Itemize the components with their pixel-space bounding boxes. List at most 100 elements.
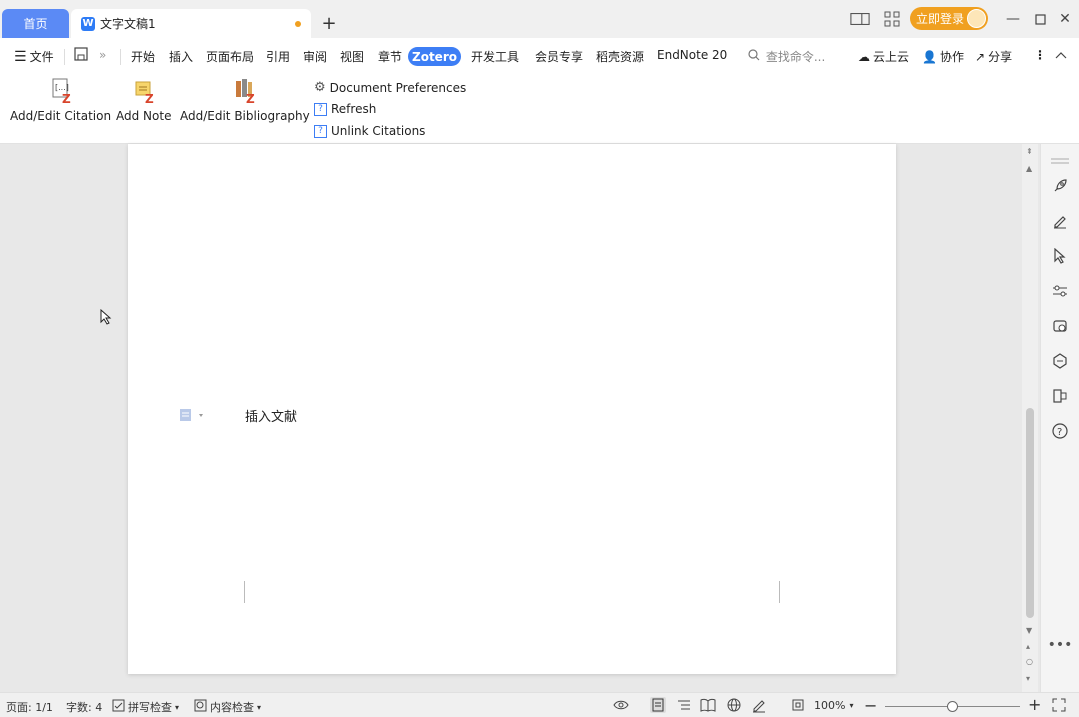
menu-member[interactable]: 会员专享 [535,48,583,65]
menu-docer[interactable]: 稻壳资源 [596,48,644,65]
grid-icon[interactable] [882,10,902,28]
maximize-icon[interactable] [1031,10,1049,28]
scroll-down-icon[interactable]: ▼ [1026,626,1032,635]
new-tab-button[interactable]: + [318,12,340,34]
content-check-button[interactable]: 内容检查 ▾ [194,699,261,715]
help-icon: ? [314,124,327,138]
content-check-label: 内容检查 [210,701,254,714]
wps-writer-icon: W [81,16,95,31]
help-circle-icon[interactable]: ? [1051,422,1069,440]
tab-document[interactable]: W 文字文稿1 [71,9,311,38]
document-preferences-button[interactable]: ⚙ Document Preferences [314,80,466,95]
refresh-button[interactable]: ? Refresh [314,102,376,116]
add-edit-bibliography-button[interactable]: Z Add/Edit Bibliography [180,78,310,123]
page-indicator[interactable]: 页面: 1/1 [6,699,53,715]
web-view-icon[interactable] [726,697,742,713]
gear-icon: ⚙ [314,80,326,95]
menu-review[interactable]: 审阅 [303,48,327,65]
content-check-icon [194,699,207,715]
svg-text:Z: Z [62,92,71,104]
menu-developer[interactable]: 开发工具 [471,48,519,65]
paragraph-layout-icon[interactable] [180,408,204,422]
tab-home[interactable]: 首页 [2,9,69,38]
backup-icon[interactable] [1051,317,1069,335]
mouse-cursor-icon [100,308,112,328]
zoom-slider-knob[interactable] [947,701,958,712]
panel-handle-icon[interactable] [1051,152,1069,170]
outline-view-icon[interactable] [676,697,692,713]
menu-page-layout[interactable]: 页面布局 [206,48,254,65]
spell-check-icon [112,699,125,715]
fullscreen-icon[interactable] [1051,697,1067,713]
select-cursor-icon[interactable] [1051,247,1069,265]
adjust-sliders-icon[interactable] [1051,282,1069,300]
add-note-button[interactable]: Z Add Note [116,78,171,123]
zoom-level-label: 100% [814,699,846,712]
menu-endnote[interactable]: EndNote 20 [657,48,727,62]
share-icon: ↗ [975,50,986,64]
add-edit-bibliography-label: Add/Edit Bibliography [180,109,310,123]
word-count[interactable]: 字数: 4 [66,699,102,715]
prev-page-icon[interactable]: ▴ [1026,642,1030,651]
svg-text:[...]: [...] [55,83,69,92]
menu-insert[interactable]: 插入 [169,48,193,65]
page-select-icon[interactable]: ○ [1026,657,1033,666]
file-menu[interactable]: ☰ 文件 [14,48,54,65]
document-page[interactable]: 插入文献 [128,144,896,674]
zoom-in-icon[interactable]: + [1028,695,1041,714]
right-side-panel: ? ••• [1040,144,1079,692]
search-icon [748,49,764,64]
menu-references[interactable]: 引用 [266,48,290,65]
vertical-scrollbar[interactable]: ⇞ ▲ ▼ ▴ ○ ▾ [1022,144,1038,692]
citation-icon: [...] Z [50,78,72,106]
add-note-label: Add Note [116,109,172,123]
body-text[interactable]: 插入文献 [245,406,297,425]
document-compare-icon[interactable] [1051,387,1069,405]
tab-home-label: 首页 [23,17,48,31]
reading-mode-icon[interactable] [700,697,716,713]
more-options-icon[interactable]: ⋮ [1034,48,1046,62]
zotero-ribbon: [...] Z Add/Edit Citation Z Add Note Z Ad… [0,73,1079,144]
scrollbar-thumb[interactable] [1026,408,1034,618]
divider [64,49,65,65]
zoom-level-select[interactable]: 100% ▾ [814,699,853,712]
zoom-out-icon[interactable]: − [864,696,877,715]
menu-view[interactable]: 视图 [340,48,364,65]
share-button[interactable]: ↗ 分享 [975,48,1012,65]
close-icon[interactable]: ✕ [1056,10,1074,28]
menu-start[interactable]: 开始 [131,48,155,65]
add-edit-citation-button[interactable]: [...] Z Add/Edit Citation [10,78,111,123]
status-bar: 页面: 1/1 字数: 4 拼写检查 ▾ 内容检查 ▾ 100% ▾ − + [0,692,1079,717]
save-icon[interactable] [74,47,88,64]
command-search[interactable]: 查找命令... [748,48,825,65]
minimize-icon[interactable]: — [1004,10,1022,28]
collab-icon: 👤 [922,50,937,64]
more-tools-icon[interactable]: ••• [1048,636,1073,654]
refresh-label: Refresh [331,102,377,116]
file-menu-label: 文件 [29,50,54,64]
fit-width-icon[interactable] [790,697,806,713]
next-page-icon[interactable]: ▾ [1026,674,1030,683]
menu-zotero[interactable]: Zotero [408,47,461,66]
translate-icon[interactable] [1051,352,1069,370]
scroll-top-icon[interactable]: ⇞ [1026,147,1033,156]
more-menu-icon[interactable]: » [99,48,106,62]
tab-document-label: 文字文稿1 [100,17,156,31]
spell-check-button[interactable]: 拼写检查 ▾ [112,699,179,715]
layout-icon[interactable] [850,10,870,28]
login-button[interactable]: 立即登录 [910,7,988,30]
unlink-citations-button[interactable]: ? Unlink Citations [314,124,425,138]
writing-mode-icon[interactable] [751,697,767,713]
collapse-ribbon-icon[interactable] [1055,48,1067,62]
eye-protection-icon[interactable] [613,697,629,713]
svg-text:Z: Z [246,92,255,104]
scroll-up-icon[interactable]: ▲ [1026,164,1032,173]
divider [120,49,121,65]
page-view-icon[interactable] [650,697,666,713]
pen-icon[interactable] [1051,212,1069,230]
cloud-button[interactable]: ☁ 云上云 [858,48,909,65]
rocket-icon[interactable] [1051,177,1069,195]
collab-button[interactable]: 👤 协作 [922,48,964,65]
dropdown-arrow-icon: ▾ [849,701,854,710]
menu-chapter[interactable]: 章节 [378,48,402,65]
